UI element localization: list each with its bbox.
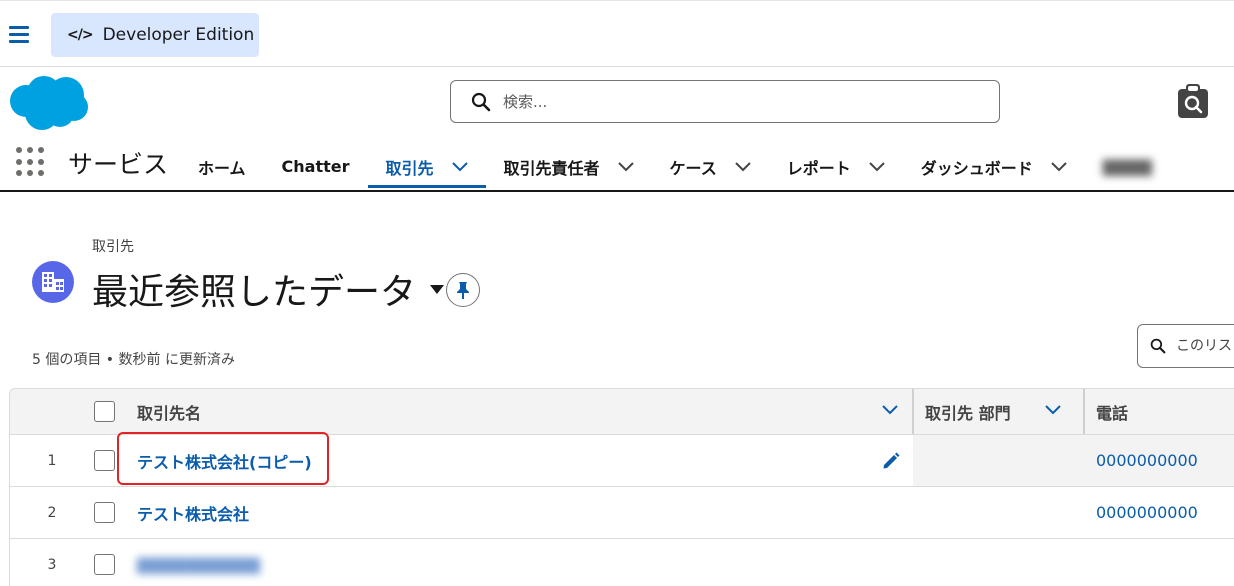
nav-tab-home[interactable]: ホーム: [180, 143, 264, 190]
app-name: サービス: [68, 150, 169, 179]
table-row: 2 テスト株式会社 0000000000: [9, 487, 1234, 539]
search-icon: [1150, 338, 1166, 354]
phone-link[interactable]: 0000000000: [1096, 451, 1198, 470]
nav-tab-accounts[interactable]: 取引先: [367, 143, 486, 190]
menu-icon[interactable]: [9, 26, 29, 43]
account-name-link-redacted[interactable]: ▇▇▇▇▇▇▇▇▇▇: [137, 555, 260, 574]
row-number: 2: [47, 504, 57, 521]
row-checkbox[interactable]: [94, 502, 115, 523]
nav-tab-chatter[interactable]: Chatter: [264, 143, 368, 190]
nav-tab-cases[interactable]: ケース: [652, 143, 769, 190]
nav-tab-reports[interactable]: レポート: [769, 143, 903, 190]
chevron-down-icon[interactable]: [617, 161, 634, 172]
chevron-down-icon[interactable]: [451, 161, 468, 172]
developer-edition-badge[interactable]: </> Developer Edition: [51, 13, 259, 57]
table-row: 1 テスト株式会社(コピー) 0000000000: [9, 432, 1234, 487]
table-header: 取引先名 取引先 部門 電話: [9, 388, 1234, 435]
clipboard-search-icon[interactable]: [1176, 83, 1210, 119]
column-header-phone[interactable]: 電話: [1084, 389, 1234, 434]
list-view-page: 取引先 最近参照したデータ 5 個の項目 • 数秒前 に更新済み このリス 取引…: [0, 193, 1234, 586]
row-number: 3: [47, 556, 57, 573]
account-icon: [32, 261, 74, 303]
pencil-icon[interactable]: [882, 452, 900, 470]
chevron-down-icon[interactable]: [1045, 405, 1061, 415]
item-count-status: 5 個の項目 • 数秒前 に更新済み: [32, 352, 235, 368]
code-icon: </>: [67, 27, 94, 43]
chevron-down-icon[interactable]: [869, 161, 885, 172]
list-search-box[interactable]: [1137, 324, 1234, 368]
account-name-link[interactable]: テスト株式会社: [137, 501, 249, 525]
pin-icon: [457, 282, 469, 299]
nav-tab-dashboards[interactable]: ダッシュボード: [903, 143, 1085, 190]
account-name-link[interactable]: テスト株式会社(コピー): [137, 449, 312, 473]
navigation-bar: ホーム Chatter 取引先 取引先責任者 ケース レポート ダッシュボード …: [180, 143, 1170, 190]
pin-button[interactable]: [446, 273, 480, 307]
row-checkbox[interactable]: [94, 554, 115, 575]
edition-label: Developer Edition: [102, 25, 255, 45]
global-search-box[interactable]: [450, 80, 1000, 123]
list-view-title: 最近参照したデータ: [92, 272, 417, 313]
row-checkbox[interactable]: [94, 450, 115, 471]
global-top-bar: </> Developer Edition: [0, 0, 1234, 67]
column-header-account-dept[interactable]: 取引先 部門: [913, 389, 1083, 434]
row-number: 1: [47, 452, 57, 469]
accounts-table: 取引先名 取引先 部門 電話 1 テスト株式会社(コピー) 0000000000…: [9, 388, 1234, 586]
nav-tab-contacts[interactable]: 取引先責任者: [486, 143, 652, 190]
app-launcher-icon[interactable]: [16, 147, 46, 177]
list-view-selector[interactable]: 最近参照したデータ: [92, 263, 445, 315]
chevron-down-icon[interactable]: [1051, 161, 1067, 172]
chevron-down-icon[interactable]: [735, 161, 751, 172]
nav-tab-blurred[interactable]: ▇▇▇▇: [1085, 143, 1170, 190]
chevron-down-icon[interactable]: [882, 405, 898, 415]
list-search-input[interactable]: [1176, 338, 1234, 354]
account-dept-cell: [913, 435, 1083, 486]
table-row: 3 ▇▇▇▇▇▇▇▇▇▇: [9, 539, 1234, 586]
salesforce-logo[interactable]: [6, 73, 90, 131]
global-header: サービス ホーム Chatter 取引先 取引先責任者 ケース レポート ダッシ…: [0, 67, 1234, 192]
phone-link[interactable]: 0000000000: [1096, 503, 1198, 522]
select-all-checkbox[interactable]: [94, 401, 115, 422]
object-label: 取引先: [92, 239, 134, 255]
caret-down-icon[interactable]: [430, 284, 445, 294]
column-header-account-name[interactable]: 取引先名: [137, 389, 912, 434]
search-icon: [471, 92, 491, 111]
account-dept-cell: [913, 487, 1083, 538]
global-search-input[interactable]: [503, 92, 963, 111]
